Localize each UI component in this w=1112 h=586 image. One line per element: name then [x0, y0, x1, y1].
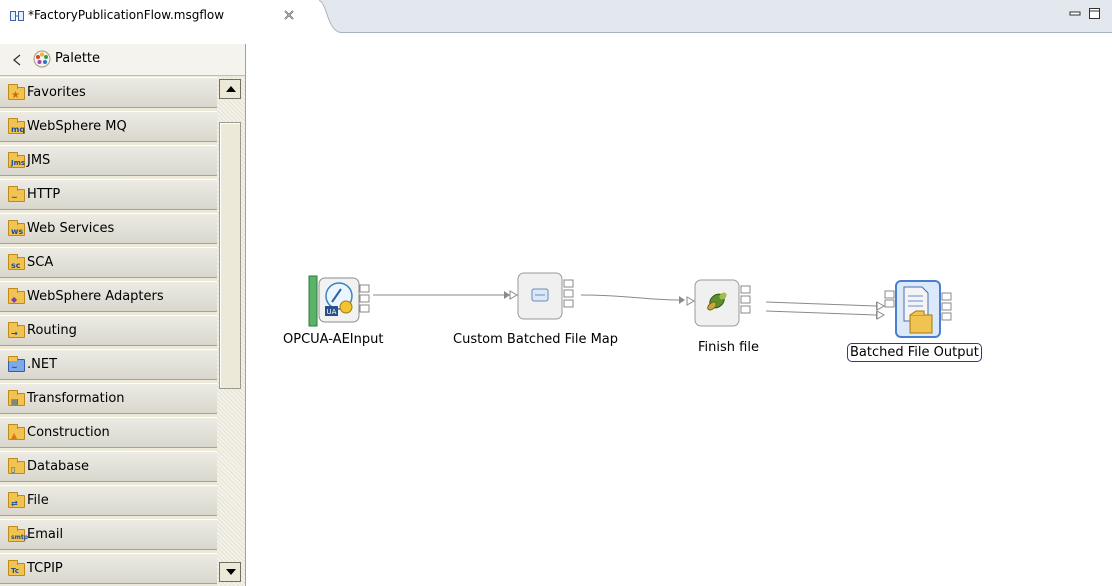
- tab-edge: [313, 0, 341, 33]
- drawer-label: JMS: [27, 153, 51, 168]
- scroll-thumb[interactable]: [219, 122, 241, 389]
- construction-folder-icon: ▲: [8, 424, 26, 442]
- email-folder-icon: smtp: [8, 526, 28, 544]
- drawer-websphere-adapters[interactable]: ◆ WebSphere Adapters: [0, 281, 217, 312]
- transformation-folder-icon: ▤: [8, 390, 26, 408]
- message-flow-canvas[interactable]: UA OPCUA-AEInput Custom Batched File Map: [246, 33, 1112, 586]
- drawer-jms[interactable]: Jms JMS: [0, 145, 217, 176]
- palette-header: Palette: [0, 44, 245, 76]
- msgflow-file-icon: [10, 11, 24, 21]
- jms-folder-icon: Jms: [8, 152, 26, 170]
- node-label-batched-file-output[interactable]: Batched File Output: [847, 343, 982, 362]
- palette-title: Palette: [55, 51, 101, 66]
- favorites-folder-icon: ★: [8, 84, 26, 102]
- dotnet-icon: ~: [8, 356, 26, 374]
- custom-batched-file-map-node[interactable]: [504, 272, 588, 322]
- palette-icon: [33, 50, 51, 68]
- close-tab-icon[interactable]: [283, 9, 295, 21]
- drawer-label: Transformation: [27, 391, 125, 406]
- drawer-label: WebSphere Adapters: [27, 289, 164, 304]
- drawer-label: Routing: [27, 323, 77, 338]
- drawer-label: HTTP: [27, 187, 61, 202]
- drawer-database[interactable]: ▯ Database: [0, 451, 217, 482]
- drawer-email[interactable]: smtp Email: [0, 519, 217, 550]
- editor-tab-bar: *FactoryPublicationFlow.msgflow: [0, 0, 1112, 33]
- http-folder-icon: ~: [8, 186, 26, 204]
- svg-text:UA: UA: [327, 308, 337, 316]
- drawer-label: Web Services: [27, 221, 115, 236]
- finish-file-node[interactable]: [678, 279, 770, 329]
- tcpip-folder-icon: Tc: [8, 560, 26, 578]
- drawer-label: File: [27, 493, 49, 508]
- node-label-finish-file[interactable]: Finish file: [698, 340, 759, 355]
- drawer-construction[interactable]: ▲ Construction: [0, 417, 217, 448]
- scroll-up-button[interactable]: [219, 79, 241, 99]
- adapters-folder-icon: ◆: [8, 288, 26, 306]
- editor-tab[interactable]: *FactoryPublicationFlow.msgflow: [0, 0, 314, 33]
- connection-finish-to-output-1: [765, 301, 877, 307]
- drawer-label: Favorites: [27, 85, 86, 100]
- drawer-transformation[interactable]: ▤ Transformation: [0, 383, 217, 414]
- arrow-down-icon: [226, 569, 236, 575]
- opcua-input-node[interactable]: UA: [308, 274, 374, 328]
- mapping-node-icon: [531, 288, 549, 302]
- connection-finish-to-output-2: [765, 310, 877, 316]
- drawer-label: TCPIP: [27, 561, 63, 576]
- collapse-palette-icon[interactable]: [13, 54, 21, 66]
- drawer-label: Email: [27, 527, 64, 542]
- drawer-label: Construction: [27, 425, 110, 440]
- node-label-custom-batched-file-map[interactable]: Custom Batched File Map: [453, 332, 618, 347]
- drawer-label: Database: [27, 459, 90, 474]
- drawer-sca[interactable]: sc SCA: [0, 247, 217, 278]
- drawer-tcpip[interactable]: Tc TCPIP: [0, 553, 217, 584]
- routing-folder-icon: →: [8, 322, 26, 340]
- maximize-icon[interactable]: [1088, 7, 1101, 20]
- database-folder-icon: ▯: [8, 458, 26, 476]
- drawer-routing[interactable]: → Routing: [0, 315, 217, 346]
- node-label-opcua-input[interactable]: OPCUA-AEInput: [283, 332, 383, 347]
- drawer-websphere-mq[interactable]: mq WebSphere MQ: [0, 111, 217, 142]
- drawer-web-services[interactable]: ws Web Services: [0, 213, 217, 244]
- scroll-down-button[interactable]: [219, 562, 241, 582]
- drawer-label: .NET: [27, 357, 58, 372]
- drawer-dotnet[interactable]: ~ .NET: [0, 349, 217, 380]
- palette-panel: Palette ★ Favorites mq WebSphere MQ Jms …: [0, 44, 246, 586]
- drawer-label: SCA: [27, 255, 54, 270]
- editor-tab-title: *FactoryPublicationFlow.msgflow: [28, 8, 225, 22]
- drawer-favorites[interactable]: ★ Favorites: [0, 77, 217, 108]
- batched-file-output-node[interactable]: [876, 279, 968, 341]
- drawer-file[interactable]: ⇄ File: [0, 485, 217, 516]
- arrow-up-icon: [226, 86, 236, 92]
- palette-drawer-list: ★ Favorites mq WebSphere MQ Jms JMS ~ HT…: [0, 77, 217, 586]
- drawer-http[interactable]: ~ HTTP: [0, 179, 217, 210]
- drawer-label: WebSphere MQ: [27, 119, 127, 134]
- web-services-icon: ws: [8, 220, 26, 238]
- file-folder-icon: ⇄: [8, 492, 26, 510]
- palette-scrollbar[interactable]: [217, 77, 245, 586]
- connection-map-to-finish: [580, 294, 680, 301]
- minimize-icon[interactable]: [1069, 9, 1081, 19]
- sca-folder-icon: sc: [8, 254, 26, 272]
- mq-folder-icon: mq: [8, 118, 26, 136]
